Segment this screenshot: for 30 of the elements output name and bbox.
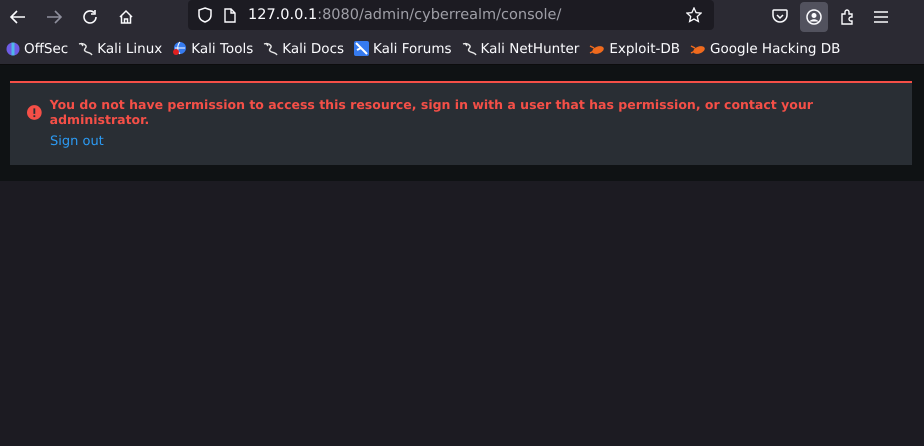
shield-icon[interactable] (198, 7, 212, 23)
star-icon[interactable] (686, 7, 702, 23)
bookmark-link[interactable]: Kali Tools (191, 40, 254, 56)
bookmark-link[interactable]: Google Hacking DB (710, 40, 840, 56)
address-bar[interactable]: 127.0.0.1:8080/admin/cyberrealm/console/ (188, 0, 714, 30)
account-button[interactable] (800, 2, 828, 32)
globe-icon (172, 41, 188, 56)
page-icon (224, 8, 236, 22)
error-icon (27, 104, 42, 120)
account-icon (806, 8, 822, 24)
error-message: You do not have permission to access this resource, sign in with a user that has permission, or contact your administrator. (50, 97, 814, 127)
pocket-icon[interactable] (772, 9, 788, 24)
menu-icon[interactable] (874, 10, 888, 22)
bookmark-link[interactable]: Kali Docs (282, 40, 344, 56)
url-host: 127.0.0.1 (248, 7, 318, 23)
reload-icon[interactable] (82, 8, 98, 24)
bookmark-link[interactable]: OffSec (24, 40, 68, 56)
sign-out-link[interactable]: Sign out (50, 134, 104, 149)
home-icon[interactable] (118, 8, 134, 24)
back-icon[interactable] (10, 10, 26, 24)
bookmark-link[interactable]: Kali Forums (373, 40, 452, 56)
offsec-logo-icon (6, 42, 20, 56)
bookmark-link[interactable]: Kali NetHunter (480, 40, 580, 56)
bookmark-link[interactable]: Exploit-DB (609, 40, 680, 56)
url-path: :8080/admin/cyberrealm/console/ (317, 7, 562, 23)
bookmark-link[interactable]: Kali Linux (97, 40, 162, 56)
forward-icon[interactable] (46, 10, 62, 24)
forum-icon (354, 41, 370, 56)
bug-icon (589, 42, 606, 54)
bug-icon (690, 42, 706, 54)
